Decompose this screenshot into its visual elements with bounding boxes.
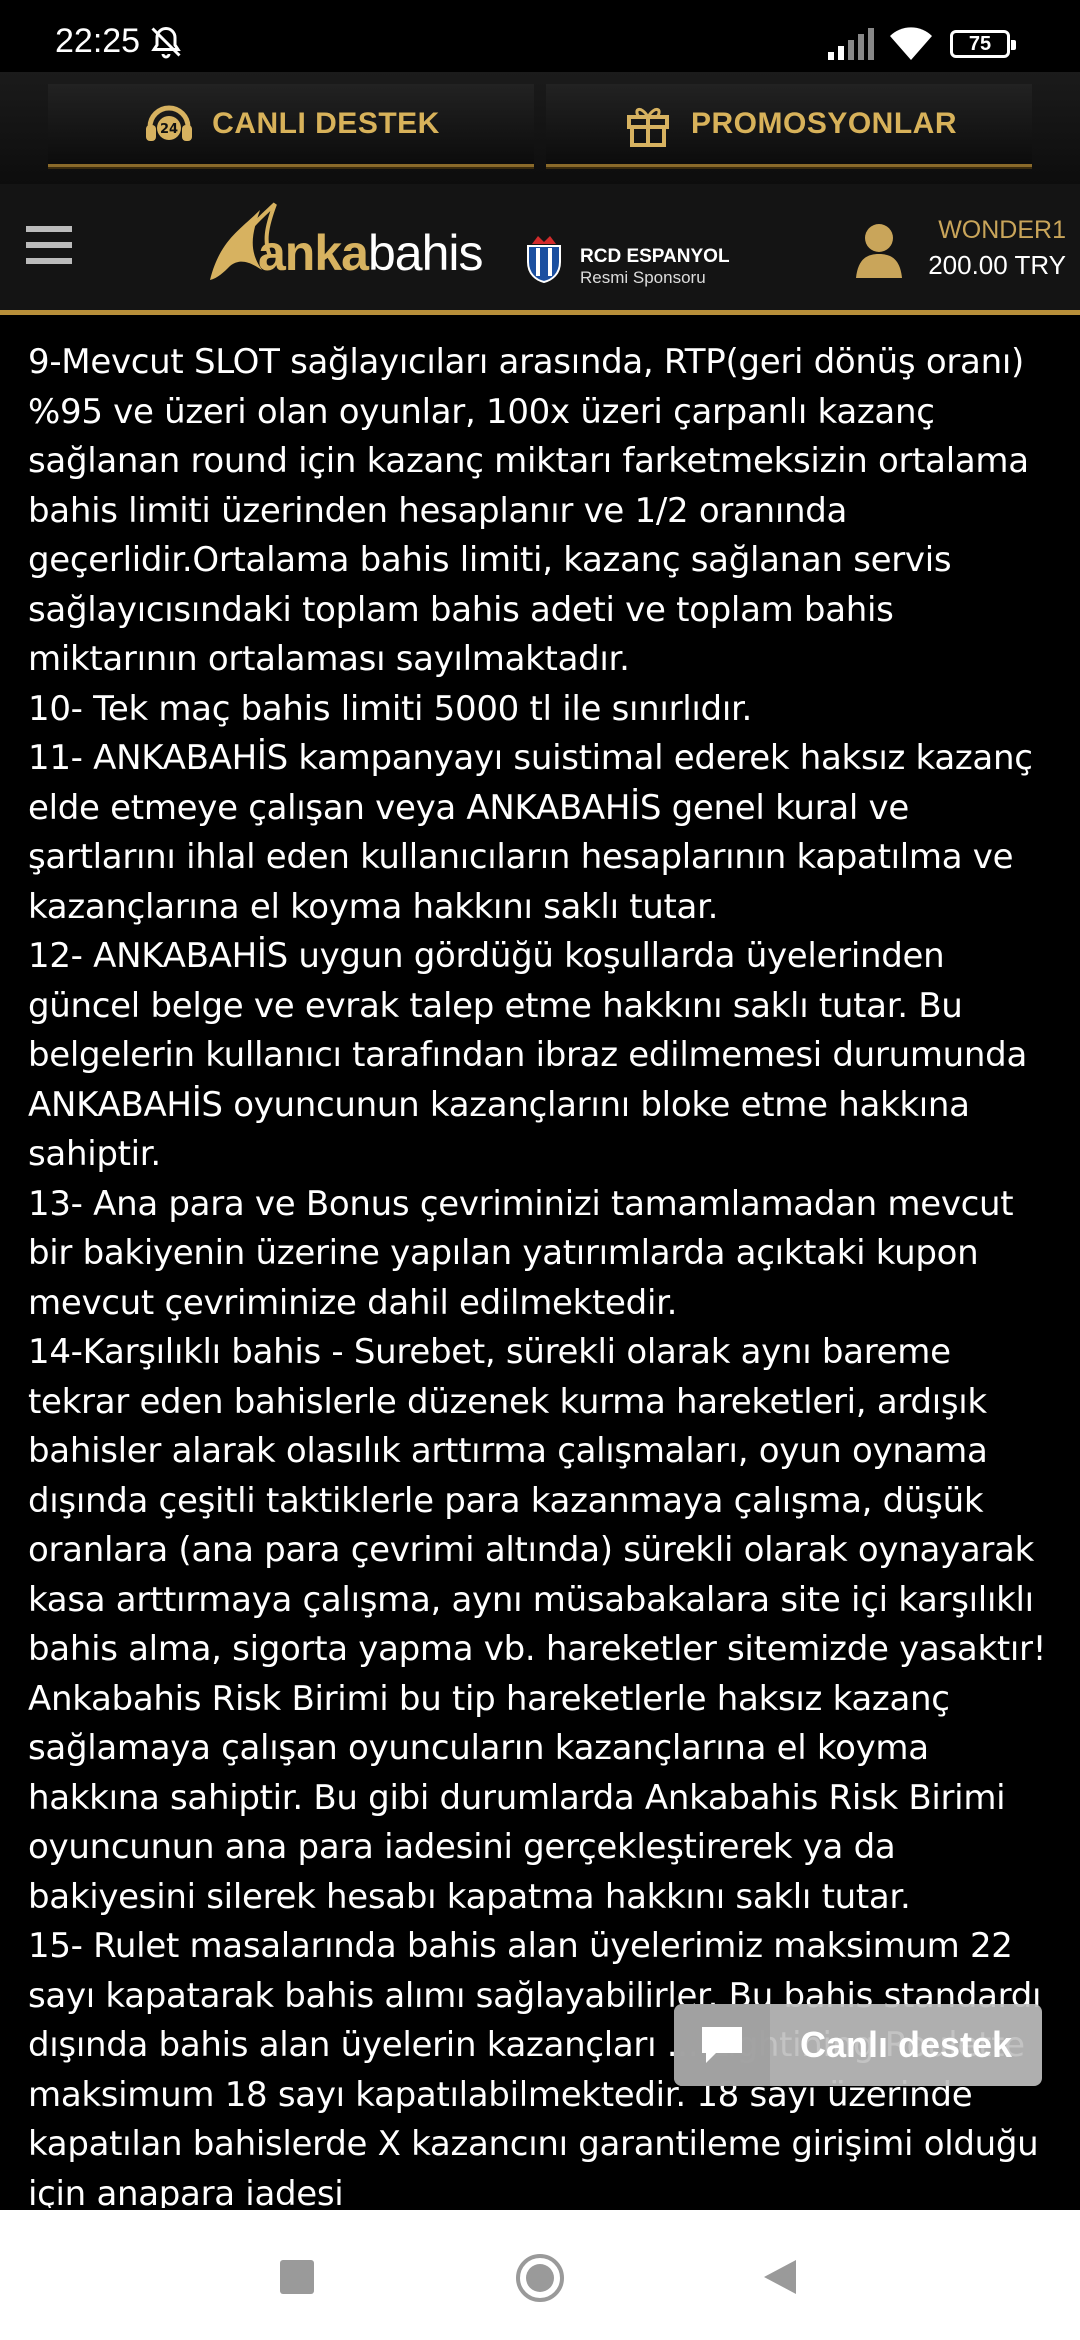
support-badge: 24 (160, 122, 178, 137)
sponsor-subtitle: Resmi Sponsoru (580, 268, 706, 287)
sponsor-name: RCD ESPANYOL (580, 246, 730, 267)
status-time: 22:25 (55, 22, 141, 60)
promotions-label: PROMOSYONLAR (690, 107, 957, 140)
signal-icon (828, 28, 874, 60)
terms-item-9: 9-Mevcut SLOT sağlayıcıları arasında, RT… (28, 342, 1029, 679)
headset-24-icon: 24 (146, 105, 193, 141)
hamburger-menu-icon[interactable] (26, 222, 72, 268)
battery-icon: 75 (950, 30, 1016, 58)
gift-icon (626, 108, 669, 147)
terms-item-13: 13- Ana para ve Bonus çevriminizi tamaml… (28, 1183, 1014, 1323)
site-header: ankabahis RCD ESPANYOL Resmi Sponsoru WO… (0, 184, 1080, 315)
espanyol-crest-icon (527, 236, 561, 284)
logo-part-anka: anka (258, 225, 369, 281)
battery-level: 75 (968, 32, 992, 55)
terms-content: 9-Mevcut SLOT sağlayıcıları arasında, RT… (28, 338, 1058, 2208)
recent-apps-icon[interactable] (280, 2260, 314, 2294)
promo-bar: 24 CANLI DESTEK PROMOSYONLAR (0, 72, 1080, 184)
wifi-icon (890, 27, 932, 60)
back-icon[interactable] (760, 2256, 800, 2298)
account-balance: 200.00 TRY (928, 250, 1066, 280)
live-support-label: Canlı destek (799, 2024, 1013, 2065)
live-support-top-label: CANLI DESTEK (212, 107, 440, 140)
live-support-chat-button[interactable]: Canlı destek (674, 2004, 1042, 2086)
chat-bubble-icon (702, 2027, 742, 2063)
android-nav-bar (0, 2210, 1080, 2340)
terms-item-10: 10- Tek maç bahis limiti 5000 tl ile sın… (28, 688, 753, 729)
username[interactable]: WONDER1 (938, 216, 1066, 245)
live-support-top-button[interactable]: 24 CANLI DESTEK (48, 84, 534, 167)
user-avatar-icon[interactable] (856, 222, 902, 278)
status-bar: 22:25 75 (0, 0, 1080, 72)
logo[interactable]: ankabahis (258, 224, 483, 282)
chat-icon-wrap (674, 2004, 770, 2086)
home-icon[interactable] (514, 2252, 566, 2304)
logo-part-bahis: bahis (367, 225, 484, 281)
terms-item-12: 12- ANKABAHİS uygun gördüğü koşullarda ü… (28, 936, 1027, 1174)
terms-item-14: 14-Karşılıklı bahis - Surebet, sürekli o… (28, 1332, 1047, 1917)
promotions-button[interactable]: PROMOSYONLAR (546, 84, 1032, 167)
bell-off-icon (151, 26, 181, 59)
terms-item-11: 11- ANKABAHİS kampanyayı suistimal edere… (28, 738, 1033, 927)
